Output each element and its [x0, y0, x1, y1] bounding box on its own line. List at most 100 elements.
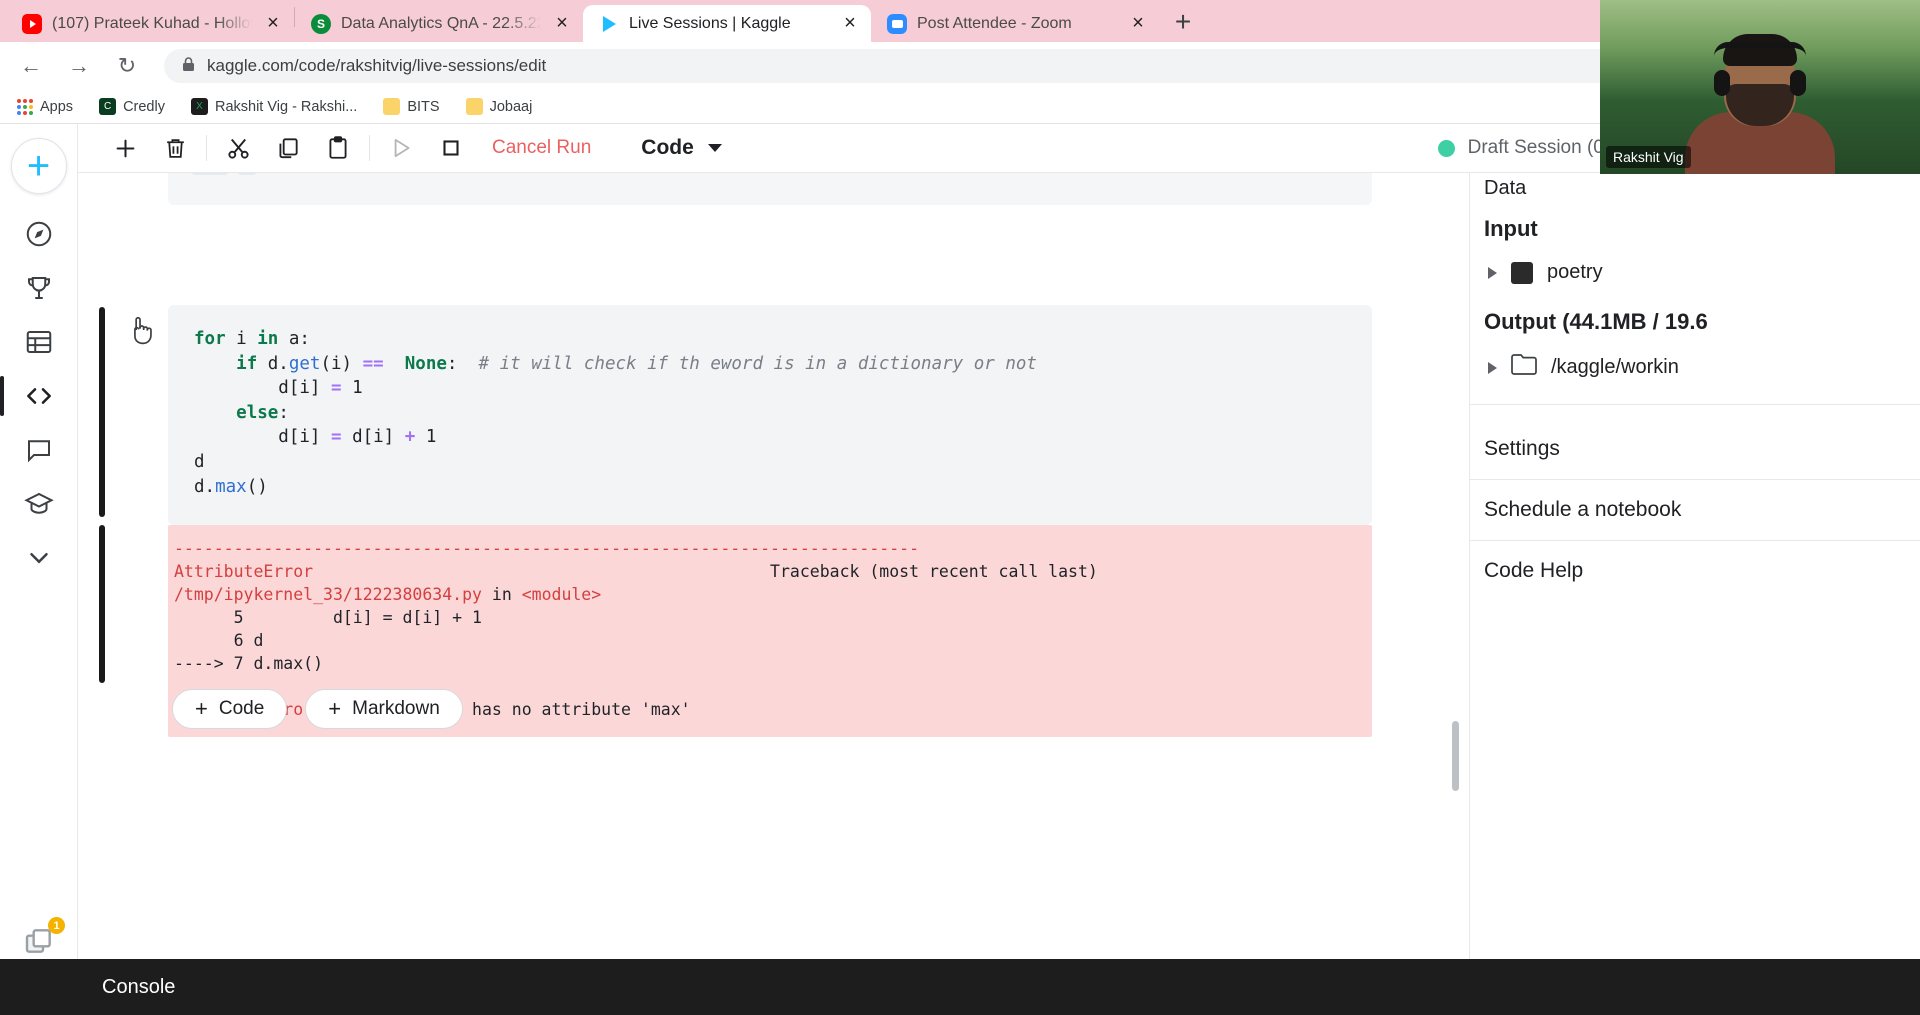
- code-cell-source: for i in a: if d.get(i) == None: # it wi…: [194, 327, 1346, 499]
- add-cell-button[interactable]: [100, 128, 150, 168]
- kaggle-icon: [599, 14, 619, 34]
- sidebar-divider: [1470, 404, 1920, 405]
- apps-grid-icon: [16, 98, 33, 115]
- close-icon[interactable]: ×: [1127, 13, 1149, 35]
- plus-icon: +: [328, 696, 341, 722]
- tab-title: (107) Prateek Kuhad - Hollow (O: [52, 15, 252, 33]
- cut-icon[interactable]: [213, 128, 263, 168]
- trophy-icon[interactable]: [11, 264, 67, 312]
- run-icon[interactable]: [376, 128, 426, 168]
- add-code-label: Code: [219, 698, 264, 720]
- bookmark-jobaaj[interactable]: Jobaaj: [466, 98, 533, 115]
- folder-icon: [466, 98, 483, 115]
- code-cell-selection-bar: [99, 307, 105, 517]
- sidebar-link-schedule[interactable]: Schedule a notebook: [1470, 480, 1920, 540]
- chevron-down-icon[interactable]: [11, 534, 67, 582]
- sidebar-input-heading: Input: [1470, 200, 1920, 252]
- folder-icon: [1511, 354, 1537, 381]
- chevron-right-icon[interactable]: [1488, 362, 1497, 374]
- toolbar-divider: [206, 135, 207, 161]
- close-icon[interactable]: ×: [551, 13, 573, 35]
- lock-icon: [182, 57, 195, 75]
- session-status[interactable]: Draft Session (0m): [1438, 137, 1626, 159]
- bookmark-bits[interactable]: BITS: [383, 98, 439, 115]
- bookmark-label: Rakshit Vig - Rakshi...: [215, 99, 357, 115]
- forward-icon[interactable]: →: [62, 49, 96, 83]
- whatsapp-icon: S: [311, 14, 331, 34]
- folder-icon: [383, 98, 400, 115]
- create-button[interactable]: +: [11, 138, 67, 194]
- notebook-canvas[interactable]: for i in a: if d.get(i) == None: # it wi…: [78, 173, 1469, 959]
- tab-title: Data Analytics QnA - 22.5.22: [341, 15, 541, 33]
- chevron-right-icon[interactable]: [1488, 267, 1497, 279]
- chevron-down-icon: [708, 144, 722, 152]
- bookmark-rakshit-vig[interactable]: X Rakshit Vig - Rakshi...: [191, 98, 357, 115]
- bookmark-label: Credly: [123, 99, 165, 115]
- cell-type-dropdown[interactable]: Code: [641, 136, 722, 160]
- new-tab-button[interactable]: +: [1165, 4, 1201, 40]
- output-cell-selection-bar: [99, 525, 105, 683]
- discussion-icon[interactable]: [11, 426, 67, 474]
- input-item-label: poetry: [1547, 261, 1603, 284]
- copy-icon[interactable]: [263, 128, 313, 168]
- console-bar[interactable]: Console: [78, 959, 1920, 1015]
- console-label: Console: [102, 976, 175, 999]
- console-gutter: [0, 959, 78, 1015]
- tab-title: Post Attendee - Zoom: [917, 15, 1117, 33]
- bookmark-label: Jobaaj: [490, 99, 533, 115]
- bookmark-apps[interactable]: Apps: [16, 98, 73, 115]
- sidebar-link-settings[interactable]: Settings: [1470, 419, 1920, 479]
- code-cell[interactable]: for i in a: if d.get(i) == None: # it wi…: [168, 305, 1372, 525]
- browser-tab-zoom[interactable]: Post Attendee - Zoom ×: [871, 5, 1159, 42]
- table-icon[interactable]: [11, 318, 67, 366]
- youtube-icon: [22, 14, 42, 34]
- cell-type-label: Code: [641, 136, 694, 160]
- browser-window: (107) Prateek Kuhad - Hollow (O × S Data…: [0, 0, 1920, 1015]
- browser-tab-whatsapp[interactable]: S Data Analytics QnA - 22.5.22 ×: [295, 5, 583, 42]
- sidebar-output-heading: Output (44.1MB / 19.6: [1470, 293, 1920, 345]
- sidebar-item-code[interactable]: [11, 372, 67, 420]
- compass-icon[interactable]: [11, 210, 67, 258]
- add-cell-row: + Code + Markdown: [172, 689, 463, 729]
- back-icon[interactable]: ←: [14, 49, 48, 83]
- learn-icon[interactable]: [11, 480, 67, 528]
- bookmark-label: Apps: [40, 99, 73, 115]
- sidebar-input-item-poetry[interactable]: poetry: [1470, 252, 1920, 293]
- browser-tab-kaggle[interactable]: Live Sessions | Kaggle ×: [583, 5, 871, 42]
- delete-cell-button[interactable]: [150, 128, 200, 168]
- layers-icon[interactable]: 1: [0, 925, 77, 957]
- dataset-icon: [1511, 262, 1533, 284]
- webcam-name-label: Rakshit Vig: [1606, 146, 1691, 168]
- stop-icon[interactable]: [426, 128, 476, 168]
- bookmark-credly[interactable]: C Credly: [99, 98, 165, 115]
- mouse-cursor-icon: [126, 313, 156, 347]
- zoom-icon: [887, 14, 907, 34]
- notification-badge: 1: [48, 917, 65, 934]
- notebook-scrollbar[interactable]: [1452, 721, 1459, 791]
- reload-icon[interactable]: ↻: [110, 49, 144, 83]
- close-icon[interactable]: ×: [262, 13, 284, 35]
- bookmark-label: BITS: [407, 99, 439, 115]
- sidebar-output-item-working[interactable]: /kaggle/workin: [1470, 345, 1920, 390]
- excel-icon: X: [191, 98, 208, 115]
- webcam-overlay[interactable]: Rakshit Vig: [1600, 0, 1920, 174]
- add-markdown-label: Markdown: [352, 698, 440, 720]
- sidebar-link-code-help[interactable]: Code Help: [1470, 541, 1920, 601]
- previous-cell-partial: [168, 173, 1372, 205]
- credly-icon: C: [99, 98, 116, 115]
- webcam-person: [1685, 54, 1835, 174]
- url-text: kaggle.com/code/rakshitvig/live-sessions…: [207, 56, 546, 76]
- add-code-cell-button[interactable]: + Code: [172, 689, 287, 729]
- close-icon[interactable]: ×: [839, 13, 861, 35]
- status-indicator-icon: [1438, 140, 1455, 157]
- paste-icon[interactable]: [313, 128, 363, 168]
- kaggle-app: + 1: [0, 124, 1920, 1015]
- left-rail: + 1: [0, 124, 78, 1015]
- cancel-run-button[interactable]: Cancel Run: [476, 137, 607, 159]
- toolbar-divider: [369, 135, 370, 161]
- browser-tab-youtube[interactable]: (107) Prateek Kuhad - Hollow (O ×: [6, 5, 294, 42]
- output-item-label: /kaggle/workin: [1551, 356, 1679, 379]
- plus-icon: +: [195, 696, 208, 722]
- add-markdown-cell-button[interactable]: + Markdown: [305, 689, 463, 729]
- sidebar-kicker: Data: [1470, 173, 1920, 200]
